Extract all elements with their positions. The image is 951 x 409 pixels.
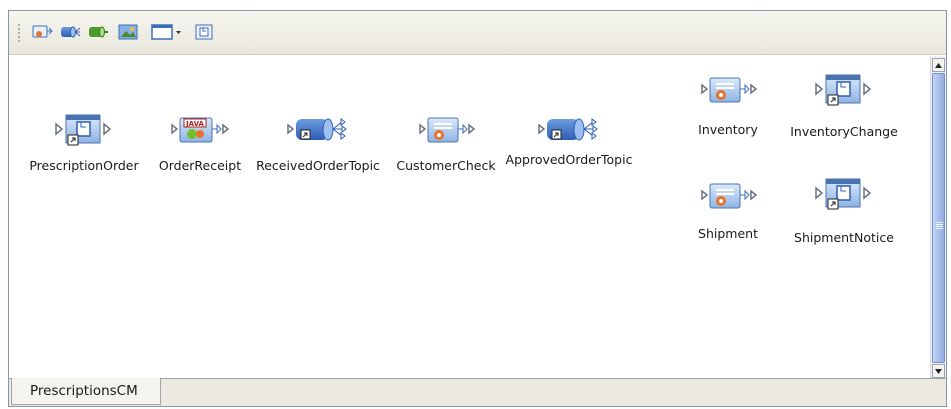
node-label: InventoryChange [790,124,898,139]
add-web-connector-button[interactable] [191,23,217,45]
arrow-down-icon [935,368,942,374]
add-service-icon [31,23,53,45]
collaboration-map-editor: PrescriptionOrder JAVA OrderReceipt Rece… [8,10,947,407]
thumb-grip [936,222,943,230]
add-queue-icon [87,23,109,45]
add-web-app-icon [117,23,139,45]
editor-toolbar [9,11,946,55]
topic-icon [494,110,644,150]
toolbar-grip[interactable] [17,23,21,43]
node-label: Inventory [698,122,758,137]
node-inventory-change[interactable]: InventoryChange [789,70,899,150]
scroll-thumb[interactable] [932,73,945,363]
node-label: Shipment [698,226,758,241]
external-application-icon [789,70,899,110]
add-external-app-icon [150,23,184,45]
node-label: ApprovedOrderTopic [505,152,633,167]
node-shipment[interactable]: Shipment [673,176,783,256]
vertical-scrollbar[interactable] [930,56,946,380]
add-web-connector-icon [193,23,215,45]
scroll-up-button[interactable] [932,58,945,72]
tab-prescriptions-cm[interactable]: PrescriptionsCM [11,378,161,405]
svg-text:JAVA: JAVA [185,120,204,128]
external-application-icon [789,174,899,214]
scroll-down-button[interactable] [932,364,945,378]
node-label: ShipmentNotice [794,230,894,245]
add-topic-button[interactable] [57,23,83,45]
add-topic-icon [59,23,81,45]
add-service-button[interactable] [29,23,55,45]
diagram-canvas[interactable]: PrescriptionOrder JAVA OrderReceipt Rece… [9,56,930,378]
add-external-app-button[interactable] [149,23,185,45]
add-web-app-button[interactable] [115,23,141,45]
add-queue-button[interactable] [85,23,111,45]
arrow-up-icon [935,62,942,68]
tab-bar: PrescriptionsCM [9,378,946,406]
node-shipment-notice[interactable]: ShipmentNotice [789,174,899,254]
node-approved-order-topic[interactable]: ApprovedOrderTopic [494,110,644,190]
service-icon [673,70,783,110]
service-icon [673,176,783,216]
node-inventory[interactable]: Inventory [673,70,783,150]
